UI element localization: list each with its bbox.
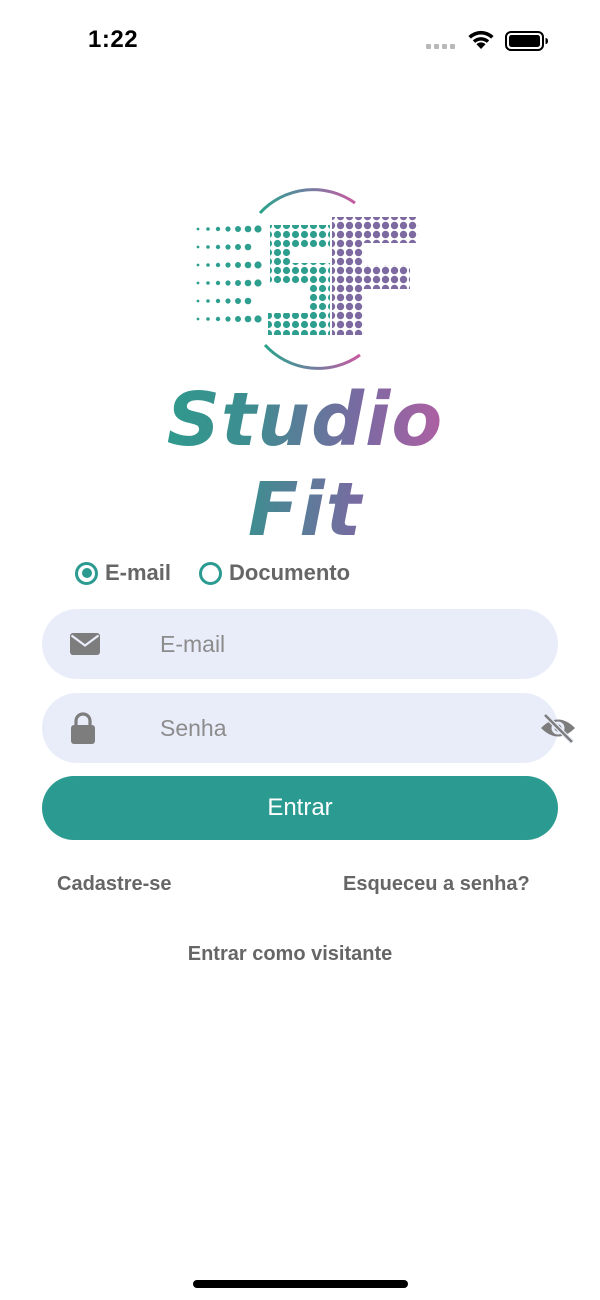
eye-slash-icon[interactable] <box>538 693 578 763</box>
wifi-icon <box>468 30 494 49</box>
envelope-icon <box>70 609 100 679</box>
forgot-password-link[interactable]: Esqueceu a senha? <box>343 873 530 896</box>
signal-icon <box>426 44 455 49</box>
password-field[interactable] <box>42 693 575 763</box>
password-input[interactable] <box>160 693 520 763</box>
home-indicator <box>193 1280 408 1288</box>
lock-icon <box>70 693 96 763</box>
radio-selected-icon[interactable] <box>75 561 98 585</box>
guest-login-link[interactable]: Entrar como visitante <box>0 943 580 966</box>
email-field[interactable] <box>42 609 558 679</box>
battery-icon <box>505 31 548 51</box>
radio-email[interactable]: E-mail <box>75 560 171 586</box>
radio-documento[interactable]: Documento <box>199 560 350 586</box>
signup-link[interactable]: Cadastre-se <box>57 873 172 896</box>
radio-documento-label: Documento <box>229 560 351 585</box>
status-time: 1:22 <box>88 26 139 53</box>
radio-email-label: E-mail <box>105 560 172 585</box>
email-input[interactable] <box>160 609 520 679</box>
radio-unselected-icon[interactable] <box>199 561 223 585</box>
login-button[interactable]: Entrar <box>42 776 558 840</box>
login-type-selector: E-mail Documento <box>75 560 350 586</box>
status-bar: 1:22 <box>0 0 600 80</box>
brand-name: Studio Fit <box>120 375 490 555</box>
